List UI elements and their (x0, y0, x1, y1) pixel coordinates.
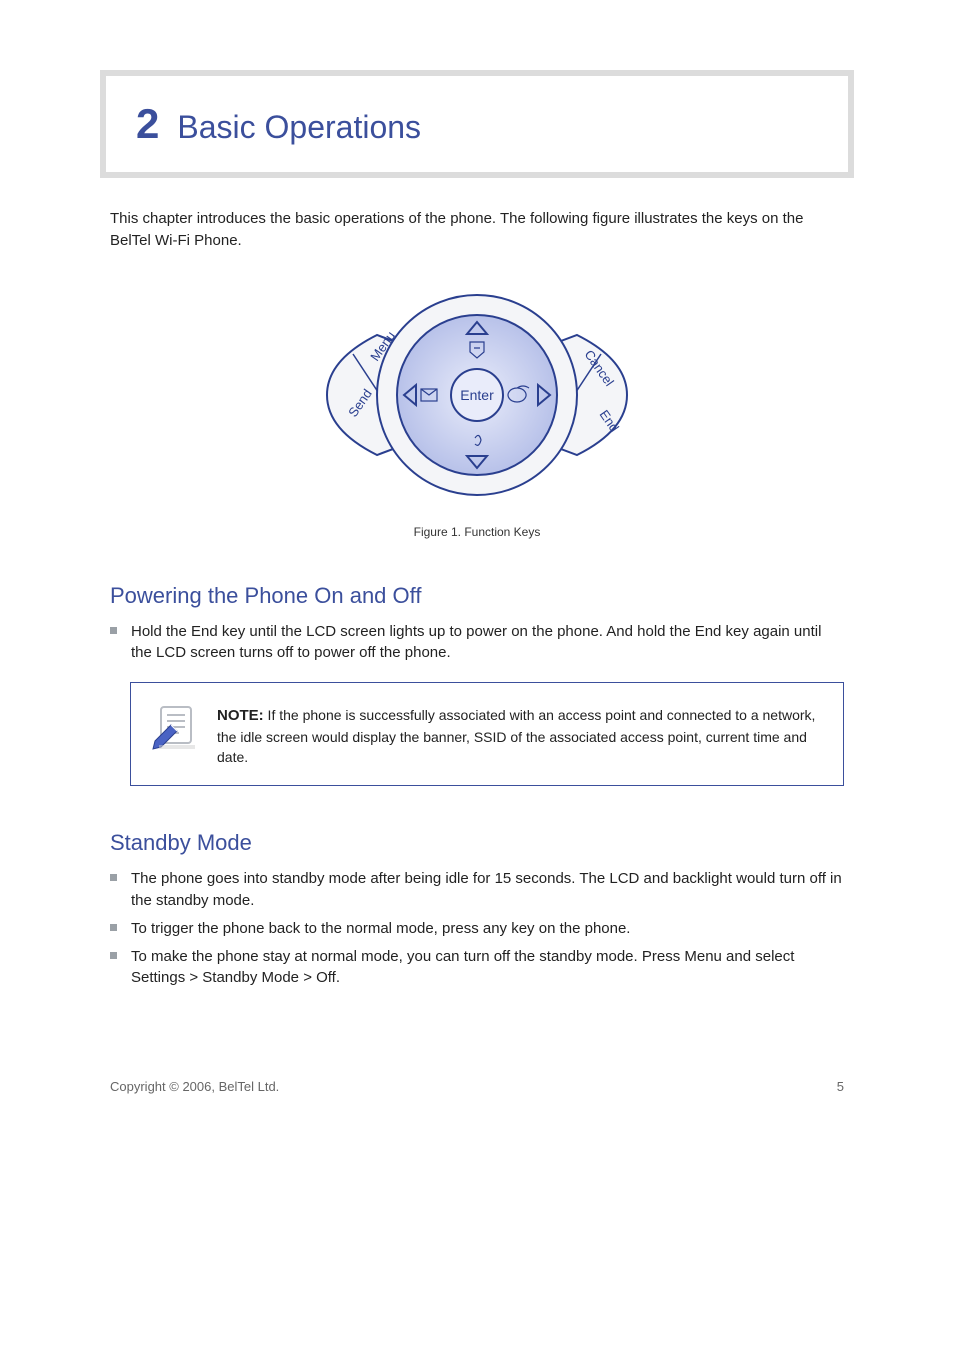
footer-copyright: Copyright © 2006, BelTel Ltd. (110, 1079, 279, 1094)
footer-page-number: 5 (837, 1079, 844, 1094)
bullet-icon (110, 874, 117, 881)
standby-bullet-3: To make the phone stay at normal mode, y… (131, 946, 844, 990)
note-heading: NOTE: (217, 707, 264, 724)
keypad-figure: Enter Menu Send Cancel End Figure 1. Fun… (90, 280, 864, 539)
bullet-icon (110, 952, 117, 959)
section-power-heading: Powering the Phone On and Off (110, 583, 844, 609)
section-standby-heading: Standby Mode (110, 830, 844, 856)
power-bullets: Hold the End key until the LCD screen li… (110, 621, 844, 665)
chapter-number: 2 (136, 100, 159, 148)
power-bullet-1: Hold the End key until the LCD screen li… (131, 621, 844, 665)
note-text: NOTE: If the phone is successfully assoc… (217, 701, 823, 767)
standby-bullet-2: To trigger the phone back to the normal … (131, 918, 630, 940)
figure-caption: Figure 1. Function Keys (90, 525, 864, 539)
bullet-icon (110, 924, 117, 931)
standby-bullet-1: The phone goes into standby mode after b… (131, 868, 844, 912)
page-footer: Copyright © 2006, BelTel Ltd. 5 (90, 1079, 864, 1094)
note-icon (149, 701, 199, 751)
enter-label: Enter (460, 387, 494, 403)
note-box: NOTE: If the phone is successfully assoc… (130, 682, 844, 786)
chapter-title-box: 2 Basic Operations (100, 70, 854, 178)
bullet-icon (110, 627, 117, 634)
note-body: If the phone is successfully associated … (217, 707, 815, 765)
standby-bullets: The phone goes into standby mode after b… (110, 868, 844, 989)
intro-paragraph: This chapter introduces the basic operat… (110, 208, 844, 252)
chapter-title: Basic Operations (177, 109, 421, 146)
